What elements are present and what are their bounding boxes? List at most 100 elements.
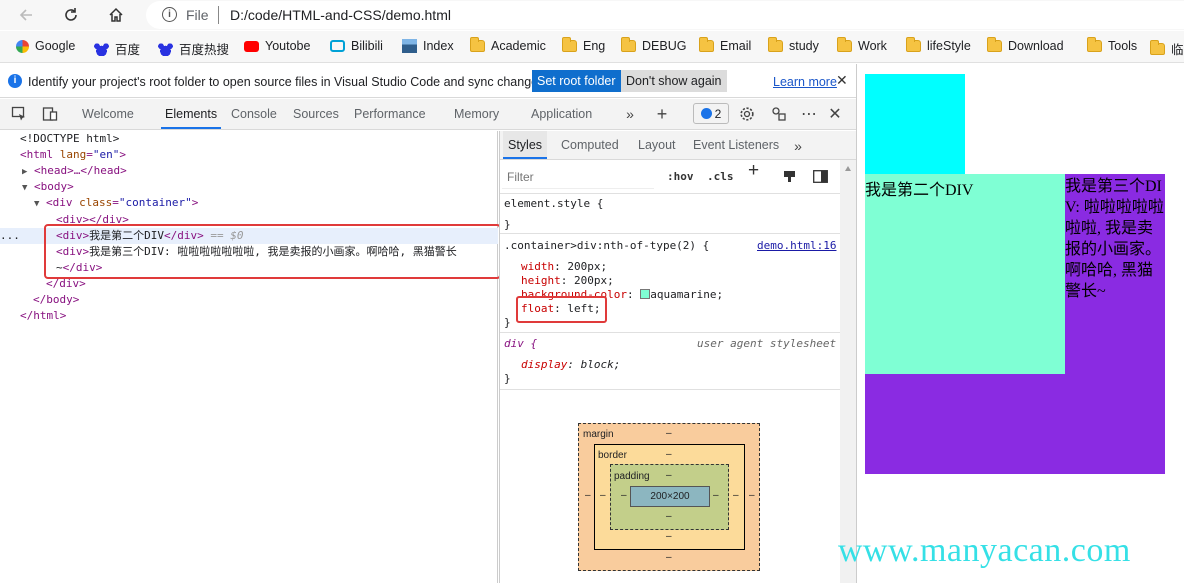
border-label: border: [598, 450, 627, 461]
tab-elements[interactable]: Elements: [161, 99, 222, 129]
annotation-highlight-box: [44, 224, 501, 279]
bookmark-lifestyle[interactable]: lifeStyle: [906, 37, 971, 53]
collapse-triangle-icon[interactable]: ▼: [22, 183, 27, 193]
bookmark-bilibili[interactable]: Bilibili: [330, 39, 383, 53]
paint-icon[interactable]: [783, 170, 796, 186]
styles-tab-event-listeners[interactable]: Event Listeners: [688, 131, 784, 159]
url-bar[interactable]: i File D:/code/HTML-and-CSS/demo.html: [146, 1, 1184, 29]
bookmark-label: Eng: [583, 39, 606, 53]
gear-icon[interactable]: [738, 105, 756, 123]
container-node[interactable]: ▼ <div class="container">: [34, 195, 198, 212]
bookmark-academic[interactable]: Academic: [470, 37, 546, 53]
bookmark-index[interactable]: Index: [402, 39, 454, 53]
styles-tab-layout[interactable]: Layout: [633, 131, 681, 159]
margin-left-value[interactable]: –: [600, 490, 606, 501]
learn-more-link[interactable]: Learn more: [773, 75, 837, 89]
bookmark-百度[interactable]: 百度: [94, 39, 140, 58]
element-style-rule[interactable]: element.style {: [504, 197, 603, 211]
styles-scrollbar[interactable]: [840, 160, 856, 583]
tab-welcome[interactable]: Welcome: [78, 99, 138, 129]
info-icon[interactable]: i: [162, 7, 177, 22]
body-node[interactable]: ▼ <body>: [22, 179, 74, 196]
issues-badge[interactable]: 2: [693, 103, 729, 124]
bookmark-youtobe[interactable]: Youtobe: [244, 39, 310, 53]
head-node[interactable]: ▶ <head>…</head>: [22, 163, 127, 180]
bookmark-email[interactable]: Email: [699, 37, 751, 53]
padding-bottom-value[interactable]: –: [666, 511, 672, 522]
close-icon[interactable]: ✕: [836, 72, 848, 89]
bookmark-eng[interactable]: Eng: [562, 37, 606, 53]
reload-button[interactable]: [59, 3, 83, 27]
more-tabs-icon[interactable]: »: [790, 137, 806, 155]
bookmark-download[interactable]: Download: [987, 37, 1064, 53]
bookmark-google[interactable]: Google: [16, 39, 75, 53]
tab-performance[interactable]: Performance: [350, 99, 430, 129]
styles-filter-input[interactable]: [502, 165, 654, 189]
margin-bottom-value[interactable]: –: [666, 552, 672, 563]
rule1-source-link[interactable]: demo.html:16: [757, 239, 836, 253]
styles-tab-computed[interactable]: Computed: [556, 131, 624, 159]
div-one-box: [865, 74, 965, 174]
rule2-selector[interactable]: div {: [504, 337, 537, 351]
bookmark-百度热搜[interactable]: 百度热搜: [158, 39, 229, 58]
color-swatch[interactable]: [640, 289, 651, 299]
devtools-toolbar: Welcome Elements Console Sources Performance…: [0, 99, 856, 130]
border-left-value[interactable]: –: [585, 490, 591, 501]
styles-tab-styles[interactable]: Styles: [503, 131, 548, 159]
html-node[interactable]: <html lang="en">: [20, 147, 126, 163]
bookmark-label: Download: [1008, 39, 1064, 53]
rule-close: }: [504, 218, 511, 231]
tab-memory[interactable]: Memory: [450, 99, 503, 129]
tab-application[interactable]: Application: [527, 99, 596, 129]
bilibili-icon: [330, 40, 345, 52]
hov-toggle[interactable]: :hov: [667, 170, 694, 184]
toggle-sidebar-icon[interactable]: [813, 170, 828, 186]
avatar-icon: [402, 39, 417, 53]
bookmark-study[interactable]: study: [768, 37, 819, 53]
cls-toggle[interactable]: .cls: [707, 170, 734, 184]
border-right-value[interactable]: –: [733, 490, 739, 501]
watermark-text: www.manyacan.com: [838, 532, 1131, 569]
dont-show-again-button[interactable]: Don't show again: [621, 70, 727, 92]
new-rule-icon[interactable]: +: [748, 161, 759, 180]
bookmark-label: DEBUG: [642, 39, 687, 53]
rule1-prop-width[interactable]: width: 200px;: [521, 260, 607, 274]
add-tab-icon[interactable]: +: [653, 104, 671, 124]
dom-ellipsis[interactable]: ...: [0, 228, 20, 244]
expand-triangle-icon[interactable]: ▶: [22, 167, 27, 177]
inspect-icon[interactable]: [9, 105, 29, 123]
margin-right-value[interactable]: –: [749, 490, 755, 501]
connect-icon[interactable]: [770, 105, 788, 123]
bookmark-debug[interactable]: DEBUG: [621, 37, 687, 53]
close-devtools-icon[interactable]: ✕: [827, 105, 843, 123]
back-button[interactable]: [14, 3, 38, 27]
padding-right-value[interactable]: –: [713, 490, 719, 501]
annotation-highlight-box: [516, 296, 607, 323]
styles-pane: Styles Computed LayoutEvent Listeners » :h…: [499, 131, 857, 583]
page-viewport: 我是第二个DIV 我是第三个DIV: 啦啦啦啦啦啦啦, 我是卖报的小画家。啊哈哈…: [856, 64, 1184, 583]
bookmark-临[interactable]: 临: [1150, 39, 1184, 58]
rule1-prop-height[interactable]: height: 200px;: [521, 274, 614, 288]
home-button[interactable]: [104, 3, 128, 27]
padding-top-value[interactable]: –: [666, 470, 672, 481]
tab-console[interactable]: Console: [227, 99, 281, 129]
rule2-prop-display: display: block;: [521, 358, 621, 371]
filter-row: :hov .cls +: [500, 161, 840, 190]
box-model-content[interactable]: 200×200: [630, 486, 710, 507]
border-top-value[interactable]: –: [666, 449, 672, 460]
collapse-triangle-icon[interactable]: ▼: [34, 199, 39, 209]
more-options-icon[interactable]: ⋯: [800, 105, 818, 123]
tab-sources[interactable]: Sources: [289, 99, 343, 129]
margin-top-value[interactable]: –: [666, 428, 672, 439]
bookmark-work[interactable]: Work: [837, 37, 887, 53]
url-path[interactable]: D:/code/HTML-and-CSS/demo.html: [230, 7, 451, 23]
doctype-node[interactable]: <!DOCTYPE html>: [20, 131, 119, 147]
issues-icon: [700, 108, 712, 119]
rule1-selector[interactable]: .container>div:nth-of-type(2) {: [504, 239, 709, 253]
set-root-folder-button[interactable]: Set root folder: [532, 70, 621, 92]
device-toolbar-icon[interactable]: [40, 105, 60, 123]
more-tabs-icon[interactable]: »: [622, 105, 638, 123]
border-bottom-value[interactable]: –: [666, 531, 672, 542]
padding-left-value[interactable]: –: [621, 490, 627, 501]
bookmark-tools[interactable]: Tools: [1087, 37, 1137, 53]
